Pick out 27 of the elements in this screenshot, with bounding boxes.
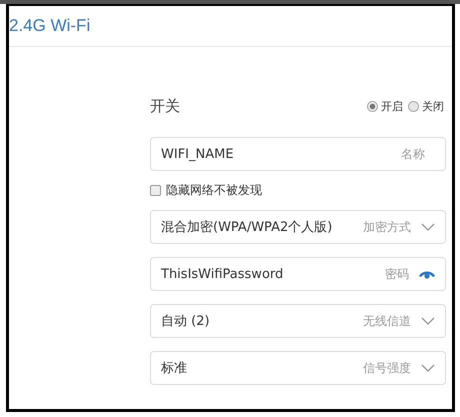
section-title: 2.4G Wi-Fi [9, 16, 90, 36]
radio-label: 开启 [381, 98, 403, 114]
select-field[interactable]: 标准 信号强度 [150, 351, 446, 385]
field-label: 无线信道 [363, 312, 411, 330]
password-field[interactable]: ThisIsWifiPassword 密码 [150, 257, 446, 291]
field-label: 名称 [401, 146, 425, 162]
chevron-down-icon [421, 317, 435, 325]
field-value: 标准 [161, 360, 188, 377]
radio-label: 关闭 [422, 98, 444, 114]
input-field[interactable]: WIFI_NAME 名称 [150, 137, 446, 171]
field-value: 混合加密(WPA/WPA2个人版) [161, 219, 334, 236]
radio-button[interactable] [408, 100, 419, 112]
chevron-down-icon [421, 364, 435, 372]
field-value: WIFI_NAME [161, 146, 235, 162]
select-field[interactable]: 自动 (2) 无线信道 [150, 304, 446, 338]
field-value: 自动 (2) [161, 313, 211, 330]
field-label: 加密方式 [363, 218, 411, 236]
select-field[interactable]: 混合加密(WPA/WPA2个人版) 加密方式 [150, 210, 446, 244]
chevron-down-icon [421, 223, 435, 231]
field-value: ThisIsWifiPassword [161, 266, 284, 282]
field-label: 信号强度 [363, 360, 411, 376]
eye-icon[interactable] [419, 269, 435, 279]
checkbox-label: 隐藏网络不被发现 [166, 182, 262, 198]
switch-label: 开关 [150, 96, 180, 116]
checkbox[interactable] [150, 184, 161, 196]
field-label: 密码 [385, 266, 409, 282]
radio-button[interactable] [367, 100, 378, 112]
